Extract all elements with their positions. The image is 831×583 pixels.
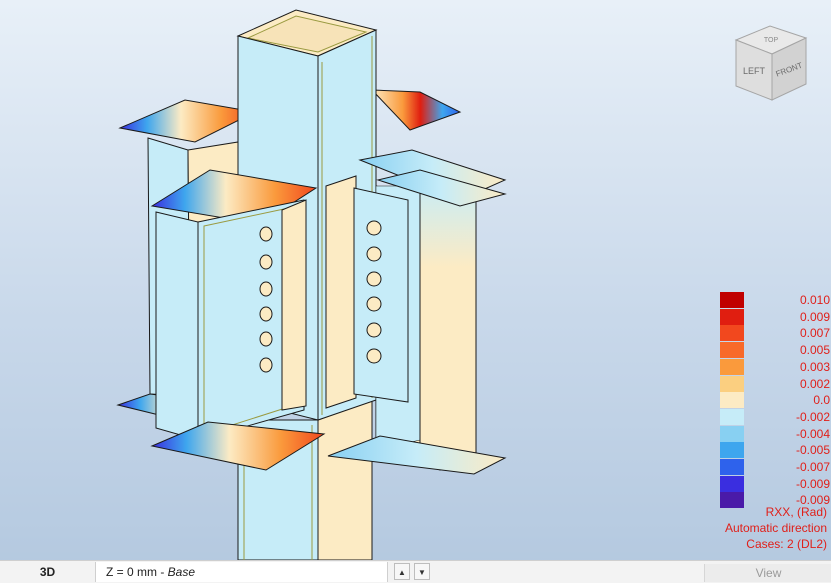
view-button[interactable]: View (704, 564, 831, 582)
viewcube-left-label[interactable]: LEFT (743, 66, 766, 76)
legend-entry: -0.009 (720, 475, 830, 493)
viewcube-top-label[interactable]: TOP (764, 37, 779, 44)
result-component-label: RXX, (Rad) (765, 505, 827, 519)
legend-swatch (720, 408, 744, 425)
legend-value-label: -0.002 (795, 409, 830, 424)
legend-swatch (720, 425, 744, 442)
legend-swatch (720, 475, 744, 492)
level-prefix: Z = 0 mm - (106, 565, 168, 579)
model-viewport[interactable]: LEFT FRONT TOP (0, 0, 831, 560)
legend-value-label: 0.009 (799, 309, 830, 324)
legend-entry: -0.004 (720, 425, 830, 443)
legend-value-label: 0.007 (799, 326, 830, 341)
legend-swatch (720, 442, 744, 459)
legend-entry: -0.005 (720, 442, 830, 459)
level-selector[interactable]: Z = 0 mm - Base (96, 562, 388, 582)
legend-value-label: -0.009 (795, 476, 830, 491)
status-bar: 3D Z = 0 mm - Base ▲ ▼ View (0, 560, 831, 583)
legend-value-label: 0.002 (799, 376, 830, 391)
legend-entry: 0.009 (720, 308, 830, 326)
result-direction-label: Automatic direction (724, 521, 827, 535)
legend-entry: 0.003 (720, 358, 830, 376)
level-name: Base (167, 565, 196, 579)
legend-value-label: -0.007 (795, 460, 830, 474)
legend-swatch (720, 375, 744, 392)
legend-value-label: 0.003 (799, 359, 830, 374)
result-cases-label: Cases: 2 (DL2) (746, 537, 827, 551)
view-cube[interactable]: LEFT FRONT TOP (734, 25, 808, 101)
legend-swatch (720, 392, 744, 409)
level-down-arrow-icon[interactable]: ▼ (414, 563, 430, 580)
legend-entry: -0.007 (720, 459, 830, 476)
legend-value-label: -0.004 (795, 426, 830, 441)
legend-entry: 0.010 (720, 292, 830, 309)
legend-swatch (720, 292, 744, 308)
result-info: RXX, (Rad) Automatic direction Cases: 2 … (725, 504, 827, 552)
legend-entry: 0.007 (720, 325, 830, 342)
legend-entry: 0.005 (720, 342, 830, 359)
legend-entry: -0.002 (720, 408, 830, 426)
shear-plate-right (325, 175, 409, 409)
legend-swatch (720, 308, 744, 325)
legend-swatch (720, 459, 744, 475)
flange-back-right (370, 89, 462, 131)
legend-entry: 0.002 (720, 375, 830, 393)
legend-value-label: 0.0 (813, 393, 830, 408)
legend-swatch (720, 358, 744, 375)
legend-value-label: 0.005 (799, 343, 830, 358)
legend-entry: 0.0 (720, 392, 830, 409)
view-mode-tab[interactable]: 3D (0, 562, 96, 582)
legend-swatch (720, 325, 744, 342)
legend-value-label: 0.010 (799, 293, 830, 307)
level-up-arrow-icon[interactable]: ▲ (394, 563, 410, 580)
legend-swatch (720, 342, 744, 359)
legend-value-label: -0.005 (795, 443, 830, 458)
column-lower (237, 399, 373, 560)
